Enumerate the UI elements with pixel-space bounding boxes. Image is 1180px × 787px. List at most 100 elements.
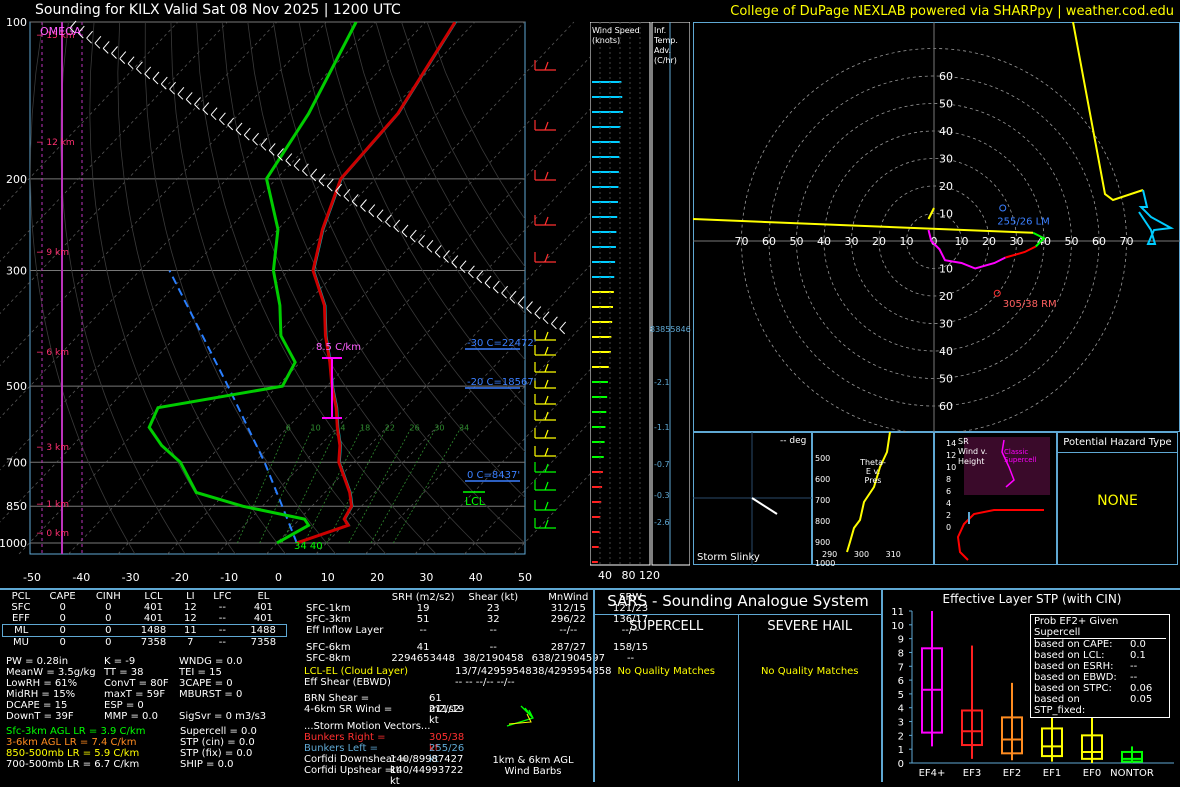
index-cell: ConvT = 80F — [104, 678, 169, 689]
pressure-tick: 300 — [6, 265, 27, 278]
index-cell — [179, 700, 289, 711]
mixing-ratio-label: 10 — [311, 423, 321, 432]
mixing-ratio-label: 22 — [385, 423, 395, 432]
wind-barb-hatch — [210, 107, 218, 116]
height-label: − 12 km — [36, 138, 75, 148]
wind-barb-hatch — [111, 53, 117, 59]
wind-barb — [544, 171, 549, 181]
dry-adiabat — [144, 22, 337, 554]
stp-prob-box: Prob EF2+ Given Supercell based on CAPE:… — [1030, 614, 1170, 718]
wind-barb-hatch — [559, 328, 566, 335]
wind-barb-hatch — [360, 206, 366, 212]
index-cell: SigSvr = 0 m3/s3 — [179, 711, 267, 722]
pressure-tick: 1000 — [0, 537, 27, 550]
sars-supercell-title: SUPERCELL — [629, 619, 704, 634]
wind-barb-hatch — [177, 86, 185, 95]
parcel-cell: 1488 — [140, 625, 167, 636]
index-cell: TEI = 15 — [179, 667, 222, 678]
stp-prob-row: based on LCL: 0.1 — [1034, 650, 1146, 661]
sr-wind-title: SR Wind v. Height — [958, 437, 988, 466]
level-label: 0 C=8437' — [467, 470, 520, 481]
left-mover-label: 255/26 LM — [997, 217, 1050, 228]
lcl-el-values: 13/7/4295954838/4295954858 — [455, 666, 612, 677]
wind-barb-hatch — [243, 134, 250, 141]
wind-barb-hatch — [285, 153, 293, 161]
wind-barb-hatch — [526, 308, 532, 314]
kin-cell: -- — [419, 625, 427, 636]
sars-title: SARS - Sounding Analogue System — [595, 590, 881, 615]
wind-barb-hatch — [169, 81, 176, 90]
sr-wind-ytick: 2 — [946, 511, 952, 520]
temp-tick: 0 — [275, 571, 282, 584]
wind-barb-hatch — [235, 122, 243, 131]
height-label: − 3 km — [36, 443, 69, 453]
parcel-row[interactable]: ML 0 0 1488 11 -- 1488 — [2, 624, 287, 637]
stp-ytick: 8 — [898, 648, 904, 659]
pressure-tick: 850 — [6, 500, 27, 513]
temp-adv-top: 83855846 — [650, 325, 691, 334]
stp-category: EF1 — [1043, 768, 1061, 779]
wind-barb-hatch — [136, 68, 142, 75]
hodo-trace-jet — [1138, 189, 1175, 245]
parcel-cell: 401 — [143, 613, 164, 624]
wind-barb-hatch — [476, 277, 483, 284]
stp-ytick: 6 — [898, 676, 904, 687]
height-label: − 1 km — [36, 500, 69, 510]
wind-barb-hatch — [468, 272, 474, 279]
barbs-label: 1km & 6km AGL Wind Barbs — [492, 755, 574, 777]
wind-barb — [544, 346, 549, 356]
hodo-vert-label: 60 — [939, 70, 953, 83]
parcel-cell: 401 — [253, 613, 273, 624]
parcel-cell: 7 — [187, 637, 194, 648]
parcel-cell: 12 — [183, 602, 197, 613]
surface-values: 34 40 — [294, 541, 323, 552]
sars-hail-title: SEVERE HAIL — [767, 619, 853, 634]
composite-index: SHIP = 0.0 — [180, 759, 234, 770]
composites: Supercell = 0.0 STP (cin) = 0.0 STP (fix) … — [180, 726, 257, 770]
ws-tick: 40 — [598, 569, 612, 582]
parcel-cell: 0 — [105, 613, 112, 624]
stp-prob-row: based on STPC: 0.06 — [1034, 683, 1153, 694]
wind-barb-hatch — [94, 42, 101, 49]
theta-e-xticks: 290 300 310 — [822, 550, 901, 559]
brn-label: BRN Shear = — [304, 693, 370, 704]
theta-e-ytick: 700 — [815, 496, 831, 505]
wind-barb-hatch — [434, 252, 441, 258]
wind-barb-hatch — [385, 221, 391, 228]
wind-barb-hatch — [94, 35, 102, 44]
hodo-vert-label: 20 — [939, 290, 953, 303]
sr-wind-ytick: 14 — [946, 439, 957, 448]
eff-shear-row: Eff Shear (EBWD) — [304, 677, 391, 688]
parcel-cell: 0 — [59, 625, 66, 636]
parcel-header: CAPE — [49, 591, 76, 602]
stp-category: EF0 — [1083, 768, 1101, 779]
wind-barb-hatch — [86, 30, 93, 39]
parcel-row[interactable]: MU 0 0 7358 7 -- 7358 — [3, 637, 287, 649]
lapse-label: 8.5 C/km — [316, 342, 361, 353]
wind-barb-hatch — [152, 78, 159, 85]
mixing-ratio-label: 18 — [360, 423, 370, 432]
parcel-row[interactable]: EFF 0 0 401 12 -- 401 — [3, 613, 287, 625]
slinky-deg: -- deg — [780, 436, 807, 446]
agl-wind-barbs — [506, 705, 534, 727]
lapse-rate: 700-500mb LR = 6.7 C/km — [6, 759, 140, 770]
wind-barb-hatch — [86, 37, 92, 44]
wind-barb-hatch — [451, 262, 458, 268]
parcel-cell: ML — [14, 625, 29, 636]
hodo-trace-upper — [693, 218, 1034, 234]
stp-category: NONTOR — [1110, 768, 1154, 779]
temp-tick: 40 — [469, 571, 483, 584]
sr-wind-yticks: 14 12 10 8 6 4 2 0 — [946, 438, 956, 534]
wind-barb-hatch — [310, 168, 318, 177]
hodo-ring-label: 60 — [762, 235, 776, 248]
skewt-labels: 100 200 300 500 700 850 1000 -50 -40 -30 -20 -10 0 10… — [0, 16, 536, 584]
wind-barb — [544, 379, 549, 389]
index-cell: LowRH = 61% — [6, 678, 78, 689]
parcel-row[interactable]: SFC 0 0 401 12 -- 401 — [3, 602, 287, 613]
bunkers-right-label: Bunkers Right = — [304, 732, 386, 743]
stp-ytick: 1 — [898, 745, 904, 756]
parcel-cell: 0 — [105, 625, 112, 636]
indices-table: PW = 0.28in K = -9 WNDG = 0.0 MeanW = 3.5g/… — [6, 656, 289, 722]
index-cell: K = -9 — [104, 656, 136, 667]
dry-adiabat — [324, 22, 525, 407]
